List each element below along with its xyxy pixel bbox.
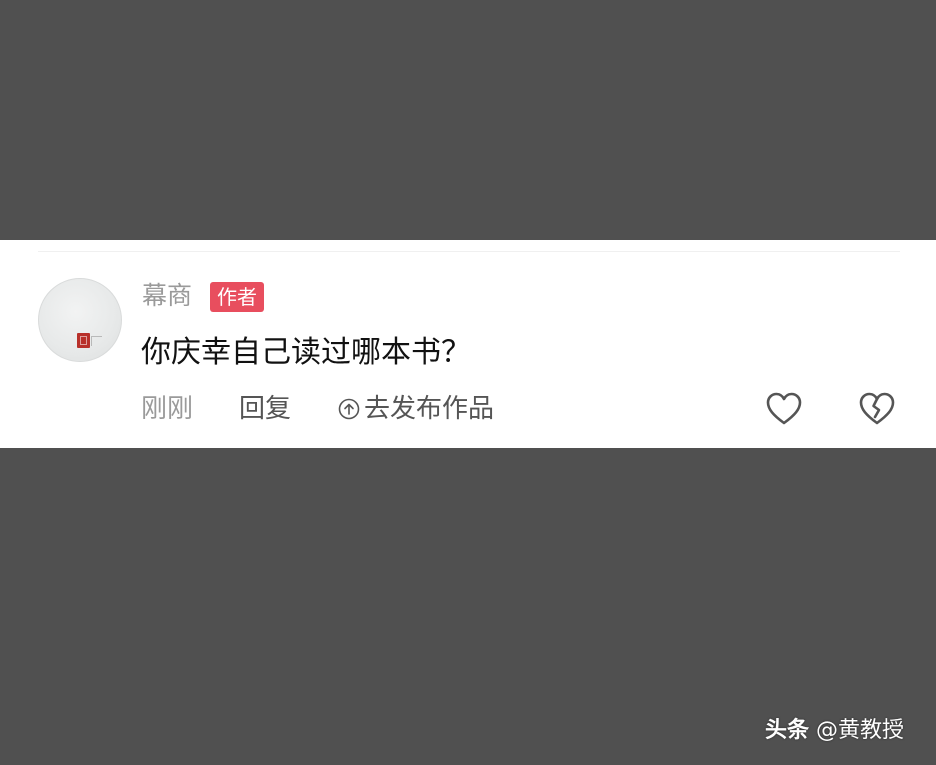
author-badge: 作者: [210, 282, 264, 312]
watermark-handle: @黄教授: [816, 718, 905, 743]
comment-time: 刚刚: [141, 394, 194, 424]
watermark: 头条 @黄教授: [765, 716, 904, 746]
heart-icon: [766, 392, 802, 425]
comment-text: 你庆幸自己读过哪本书？: [141, 335, 471, 370]
username[interactable]: 幕商: [142, 280, 192, 312]
watermark-brand: 头条: [765, 718, 810, 743]
publish-work-link[interactable]: 去发布作品: [338, 392, 494, 426]
broken-heart-icon: [859, 392, 895, 425]
publish-work-label: 去发布作品: [364, 394, 495, 424]
seal-stamp-icon: [77, 333, 90, 348]
reply-button[interactable]: 回复: [239, 392, 291, 426]
like-button[interactable]: [765, 391, 803, 427]
dislike-button[interactable]: [857, 391, 897, 427]
upload-arrow-circle-icon: [338, 398, 360, 420]
avatar[interactable]: [38, 278, 122, 362]
divider: [38, 251, 900, 252]
ink-mark-icon: [91, 336, 102, 346]
